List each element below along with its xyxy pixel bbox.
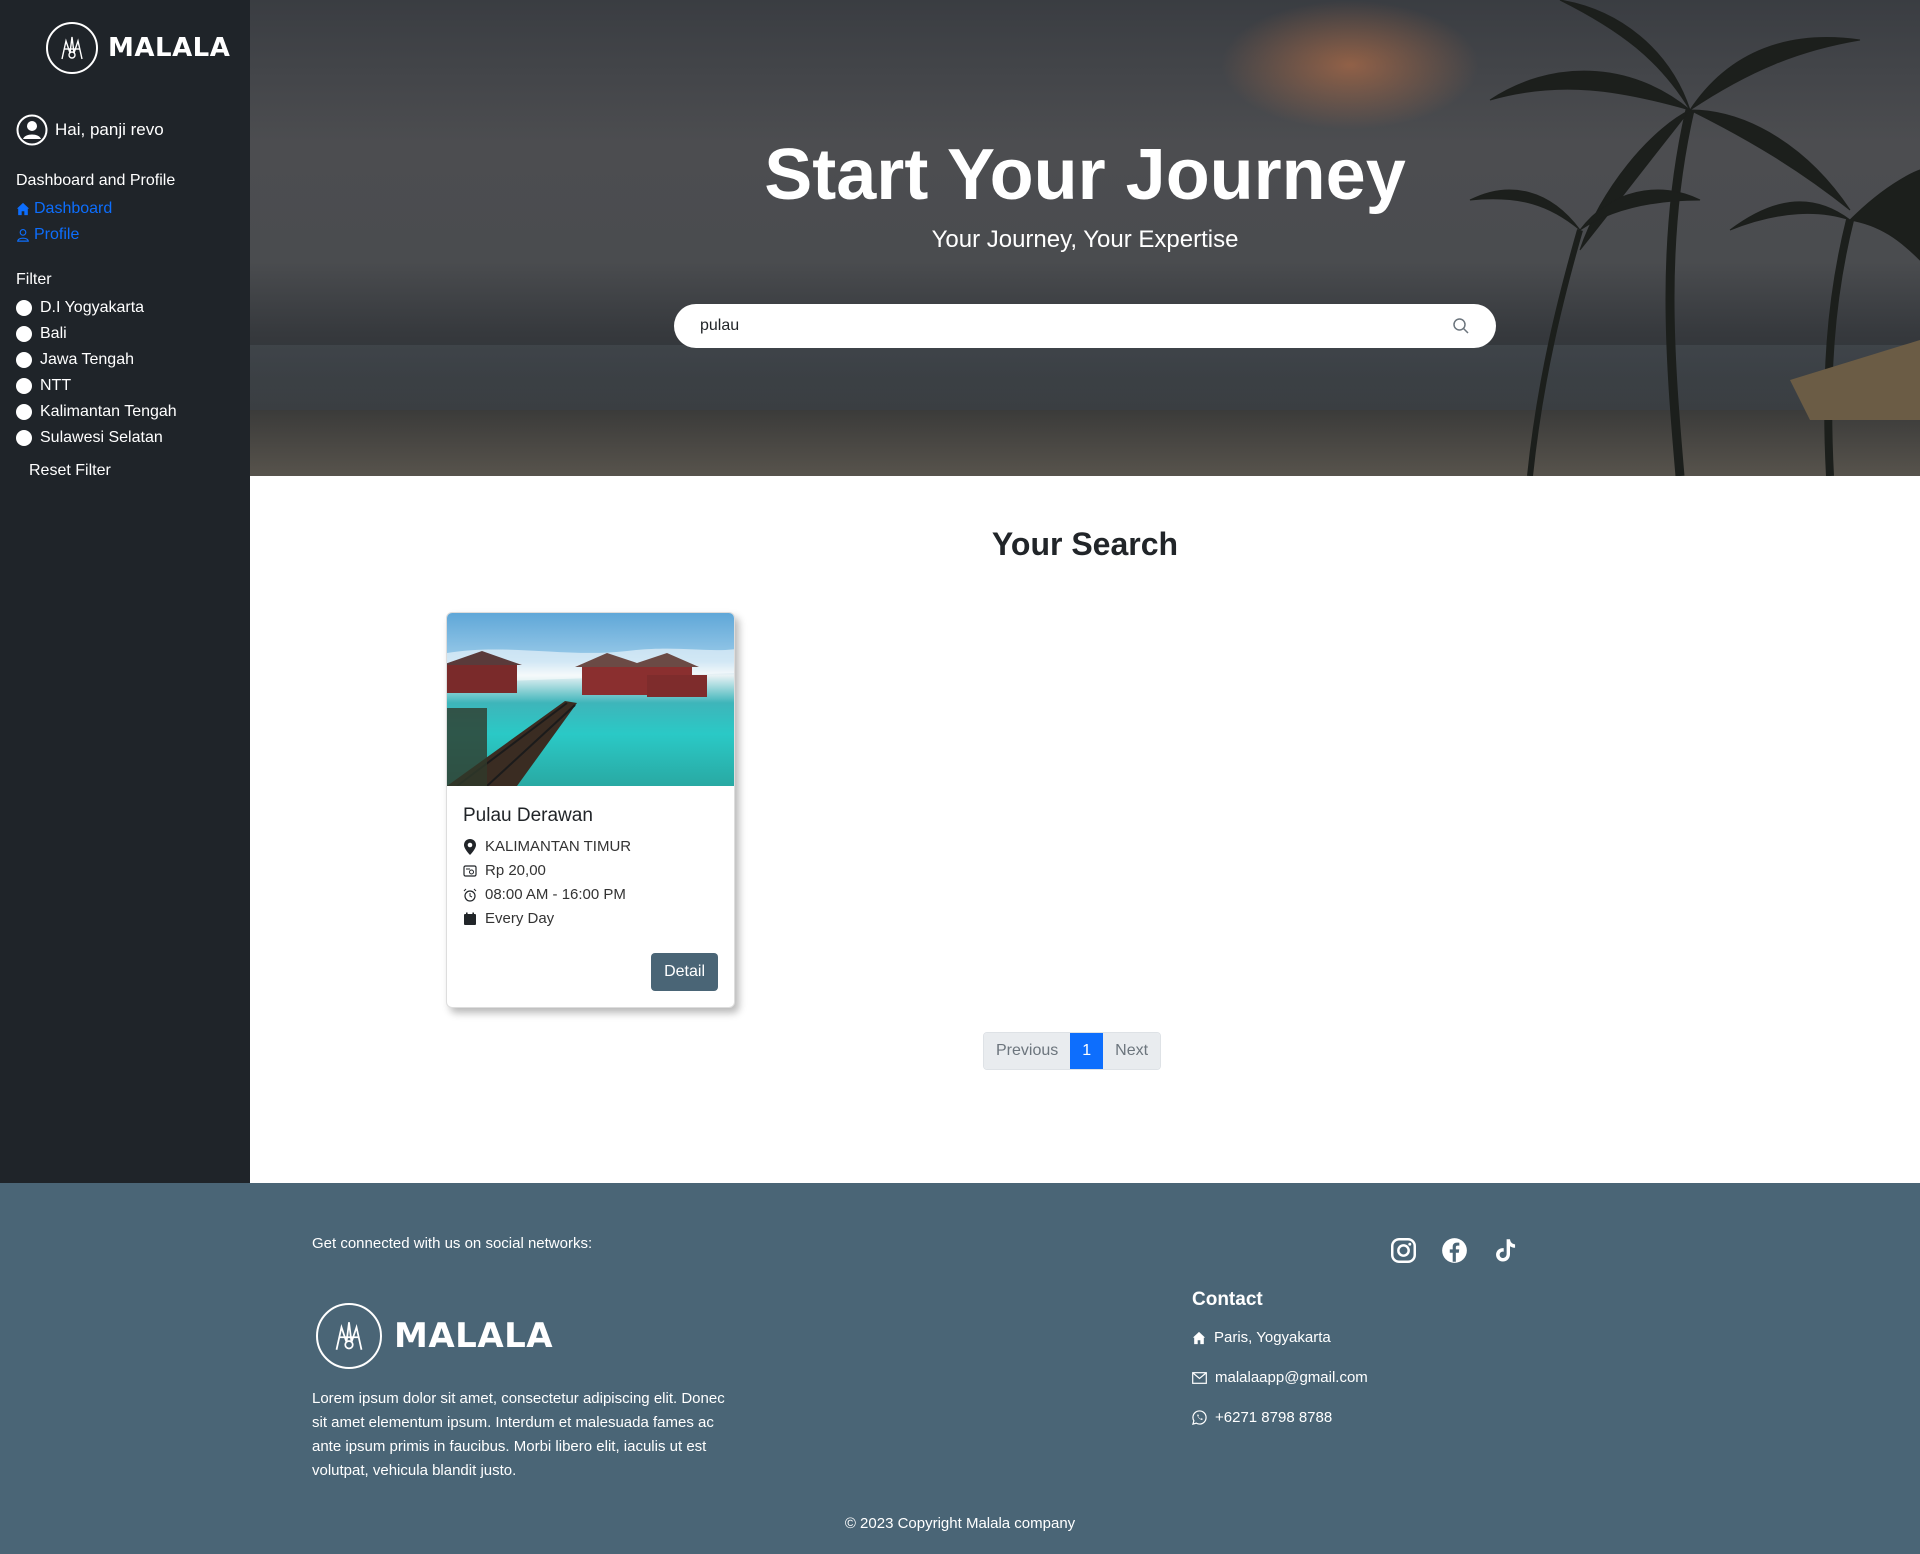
sidebar-item-label: Profile [34,226,80,243]
instagram-icon[interactable] [1390,1237,1417,1264]
filter-heading: Filter [16,271,52,288]
logo-emblem-icon [316,1303,382,1369]
footer: Get connected with us on social networks… [0,1183,1920,1554]
footer-brand-logo: MALALA [316,1303,553,1369]
sidebar-item-label: Dashboard [34,200,113,217]
whatsapp-icon [1192,1410,1207,1425]
home-icon [1192,1331,1206,1344]
sidebar-item-profile[interactable]: Profile [16,226,175,244]
radio-button[interactable] [16,352,32,368]
filter-option[interactable]: Bali [16,325,177,343]
contact-email[interactable]: malalaapp@gmail.com [1192,1369,1368,1386]
hero-title: Start Your Journey [764,135,1406,215]
pagination: Previous 1 Next [983,1032,1162,1070]
footer-brand-name: MALALA [394,1316,554,1356]
contact-phone-text: +6271 8798 8788 [1215,1409,1333,1426]
filter-label: Sulawesi Selatan [40,429,163,446]
detail-button[interactable]: Detail [651,953,718,991]
contact-heading: Contact [1192,1289,1263,1310]
user-greeting[interactable]: Hai, panji revo [16,114,164,146]
filter-label: D.I Yogyakarta [40,299,145,316]
location-row: KALIMANTAN TIMUR [463,838,631,855]
days-text: Every Day [485,910,555,927]
destination-image [447,613,734,786]
hours-text: 08:00 AM - 16:00 PM [485,886,626,903]
copyright-text: © 2023 Copyright Malala company [844,1515,1076,1532]
social-links [1390,1237,1519,1264]
contact-address: Paris, Yogyakarta [1192,1329,1331,1346]
sidebar-item-dashboard[interactable]: Dashboard [16,200,175,218]
contact-phone[interactable]: +6271 8798 8788 [1192,1409,1332,1426]
user-icon [17,229,29,242]
brand-name: MALALA [108,33,231,63]
next-page-button[interactable]: Next [1103,1033,1161,1069]
filter-option[interactable]: NTT [16,377,177,395]
ticket-icon [463,864,477,877]
brand-logo[interactable]: MALALA [46,22,230,74]
search-icon[interactable] [1452,317,1470,335]
filter-option[interactable]: D.I Yogyakarta [16,299,177,317]
location-pin-icon [464,838,476,855]
sidebar: MALALA Hai, panji revo Dashboard and Pro… [0,0,250,1183]
results-title: Your Search [991,526,1179,562]
contact-address-text: Paris, Yogyakarta [1214,1329,1331,1346]
destination-card[interactable]: Pulau Derawan KALIMANTAN TIMUR Rp 20,00 … [446,612,735,1008]
price-row: Rp 20,00 [463,862,546,879]
tiktok-icon[interactable] [1492,1237,1519,1264]
facebook-icon[interactable] [1441,1237,1468,1264]
filter-label: Kalimantan Tengah [40,403,177,420]
calendar-icon [464,912,476,925]
hours-row: 08:00 AM - 16:00 PM [463,886,626,903]
logo-emblem-icon [46,22,98,74]
filter-label: Bali [40,325,67,342]
social-connect-text: Get connected with us on social networks… [312,1235,593,1252]
radio-button[interactable] [16,404,32,420]
dashboard-section: Dashboard and Profile Dashboard Profile [16,172,175,244]
filter-label: NTT [40,377,72,394]
filter-option[interactable]: Jawa Tengah [16,351,177,369]
dashboard-heading: Dashboard and Profile [16,172,176,189]
contact-email-text: malalaapp@gmail.com [1215,1369,1368,1386]
filter-label: Jawa Tengah [40,351,134,368]
envelope-icon [1192,1371,1207,1384]
filter-option[interactable]: Sulawesi Selatan [16,429,177,447]
destination-name: Pulau Derawan [463,805,593,826]
user-avatar-icon [16,114,48,146]
reset-filter-button[interactable]: Reset Filter [29,462,111,480]
radio-button[interactable] [16,430,32,446]
filter-section: Filter D.I Yogyakarta Bali Jawa Tengah N… [16,271,177,447]
price-text: Rp 20,00 [485,862,546,879]
search-input[interactable] [700,317,1452,335]
location-text: KALIMANTAN TIMUR [485,838,632,855]
home-icon [16,202,30,216]
radio-button[interactable] [16,300,32,316]
page-1-button[interactable]: 1 [1070,1033,1104,1069]
filter-option[interactable]: Kalimantan Tengah [16,403,177,421]
hero-subtitle: Your Journey, Your Expertise [931,226,1239,253]
alarm-clock-icon [463,888,477,902]
radio-button[interactable] [16,378,32,394]
hero-banner: Start Your Journey Your Journey, Your Ex… [250,0,1920,476]
footer-about-text: Lorem ipsum dolor sit amet, consectetur … [312,1390,725,1479]
days-row: Every Day [463,910,554,927]
greeting-text: Hai, panji revo [55,120,164,139]
radio-button[interactable] [16,326,32,342]
search-bar[interactable] [674,304,1496,348]
previous-page-button[interactable]: Previous [984,1033,1071,1069]
